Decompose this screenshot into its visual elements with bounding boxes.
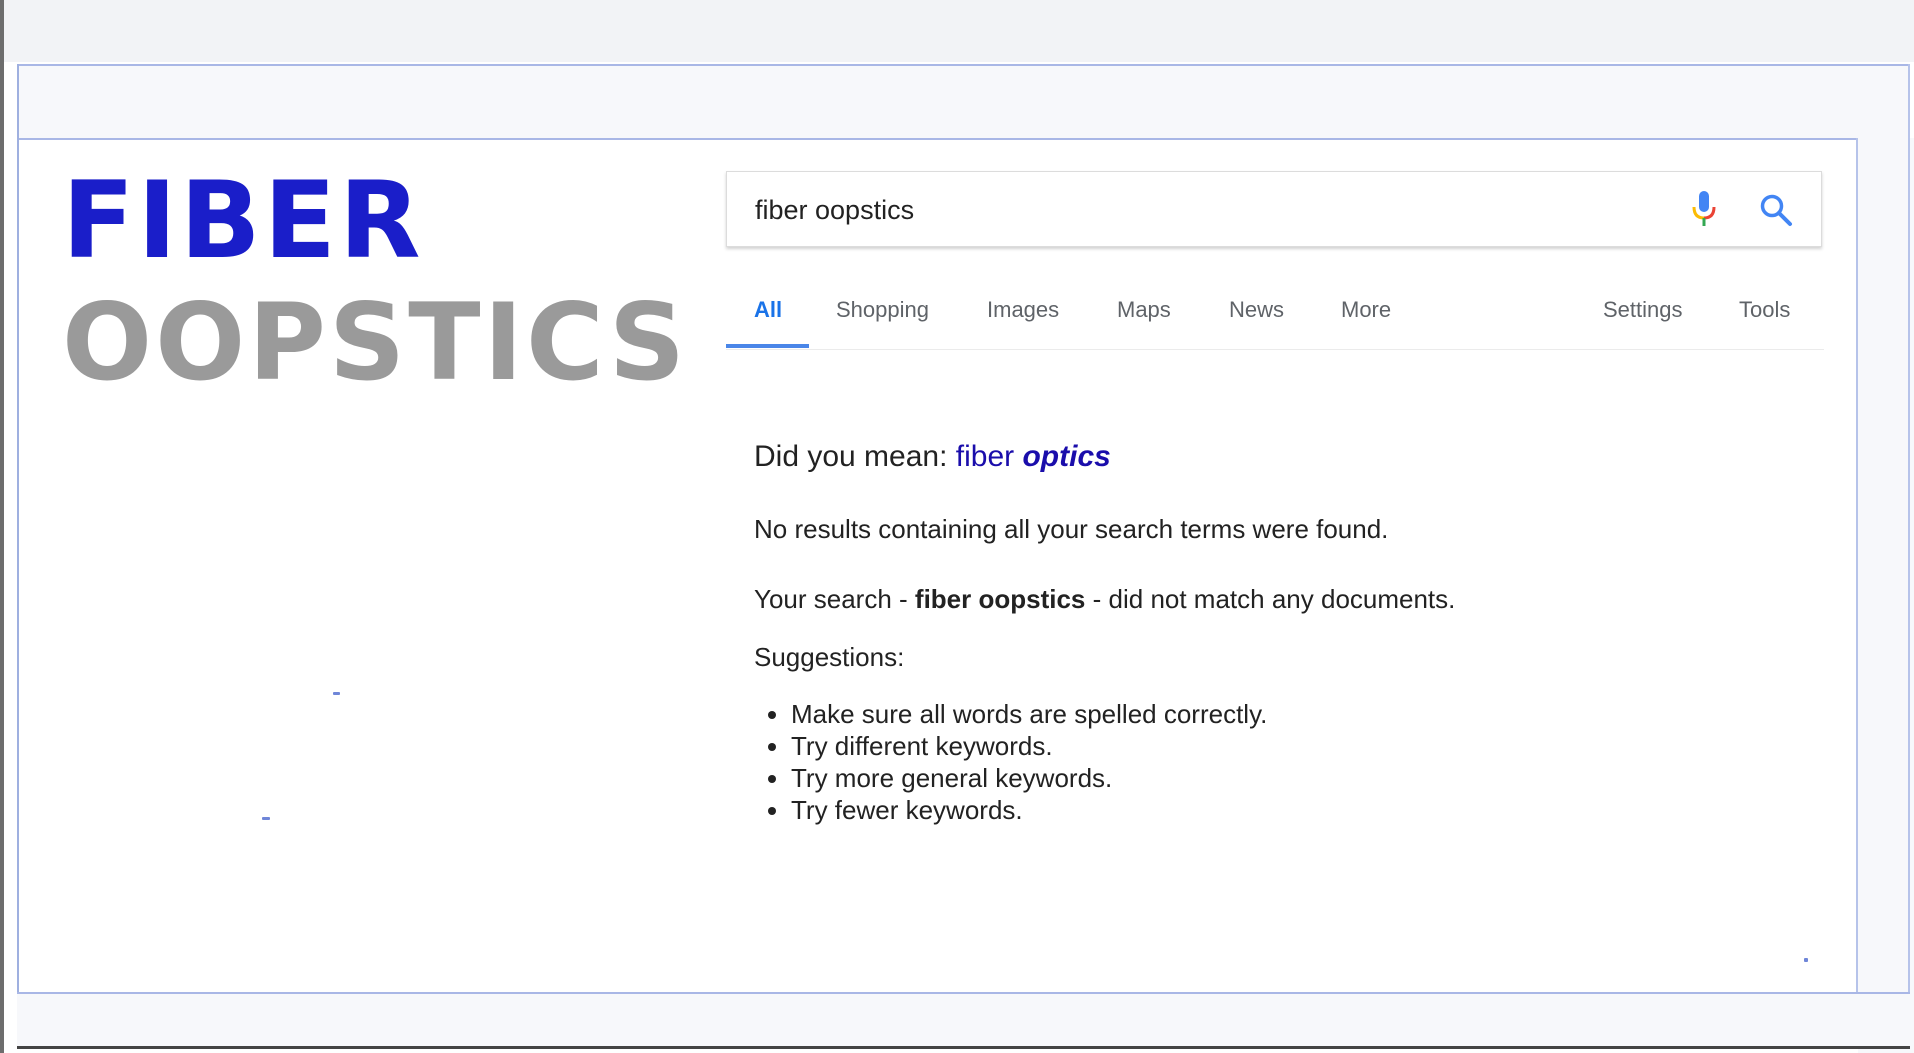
- list-item: Try different keywords.: [791, 730, 1267, 762]
- search-box[interactable]: [726, 171, 1822, 247]
- tab-settings[interactable]: Settings: [1603, 297, 1683, 323]
- suggestion-plain: fiber: [955, 440, 1015, 473]
- frame-left-border: [17, 64, 19, 1046]
- scan-artifact: [333, 692, 340, 695]
- tab-tools[interactable]: Tools: [1739, 297, 1790, 323]
- frame-header-band: [17, 64, 1910, 140]
- frame-right-border: [1856, 138, 1858, 1046]
- tab-news[interactable]: News: [1229, 297, 1284, 323]
- did-you-mean: Did you mean: fiber optics: [754, 440, 1111, 474]
- window-top-strip: [0, 0, 1914, 62]
- suggestions-list: Make sure all words are spelled correctl…: [754, 698, 1267, 826]
- headline-primary: FIBER: [62, 159, 424, 282]
- tab-more[interactable]: More: [1341, 297, 1391, 323]
- microphone-icon[interactable]: [1689, 189, 1719, 229]
- tab-shopping[interactable]: Shopping: [836, 297, 929, 323]
- list-item: Try fewer keywords.: [791, 794, 1267, 826]
- search-icon[interactable]: [1759, 193, 1793, 227]
- scan-artifact: [262, 817, 270, 820]
- frame-outer-right-border: [1908, 64, 1910, 1046]
- list-item: Make sure all words are spelled correctl…: [791, 698, 1267, 730]
- frame-bottom-band: [17, 992, 1910, 1049]
- window-left-edge: [0, 0, 4, 1053]
- suggestions-title: Suggestions:: [754, 642, 905, 672]
- your-search-message: Your search - fiber oopstics - did not m…: [754, 584, 1455, 615]
- no-results-message: No results containing all your search te…: [754, 514, 1389, 544]
- your-search-query: fiber oopstics: [914, 584, 1086, 614]
- spelling-suggestion-link[interactable]: fiber optics: [956, 440, 1111, 473]
- tab-all[interactable]: All: [754, 297, 782, 323]
- your-search-prefix: Your search -: [754, 584, 908, 614]
- did-you-mean-label: Did you mean:: [754, 440, 948, 473]
- search-input[interactable]: [755, 192, 1655, 228]
- list-item: Try more general keywords.: [791, 762, 1267, 794]
- headline-secondary: OOPSTICS: [62, 281, 689, 404]
- search-tabs: All Shopping Images Maps News More Setti…: [726, 275, 1824, 350]
- frame-right-strip: [1858, 138, 1914, 1053]
- your-search-suffix: - did not match any documents.: [1092, 584, 1456, 614]
- scan-artifact: [1804, 958, 1808, 962]
- tab-images[interactable]: Images: [987, 297, 1059, 323]
- active-tab-indicator: [726, 344, 809, 348]
- suggestion-emphasized: optics: [1022, 440, 1111, 473]
- tab-maps[interactable]: Maps: [1117, 297, 1171, 323]
